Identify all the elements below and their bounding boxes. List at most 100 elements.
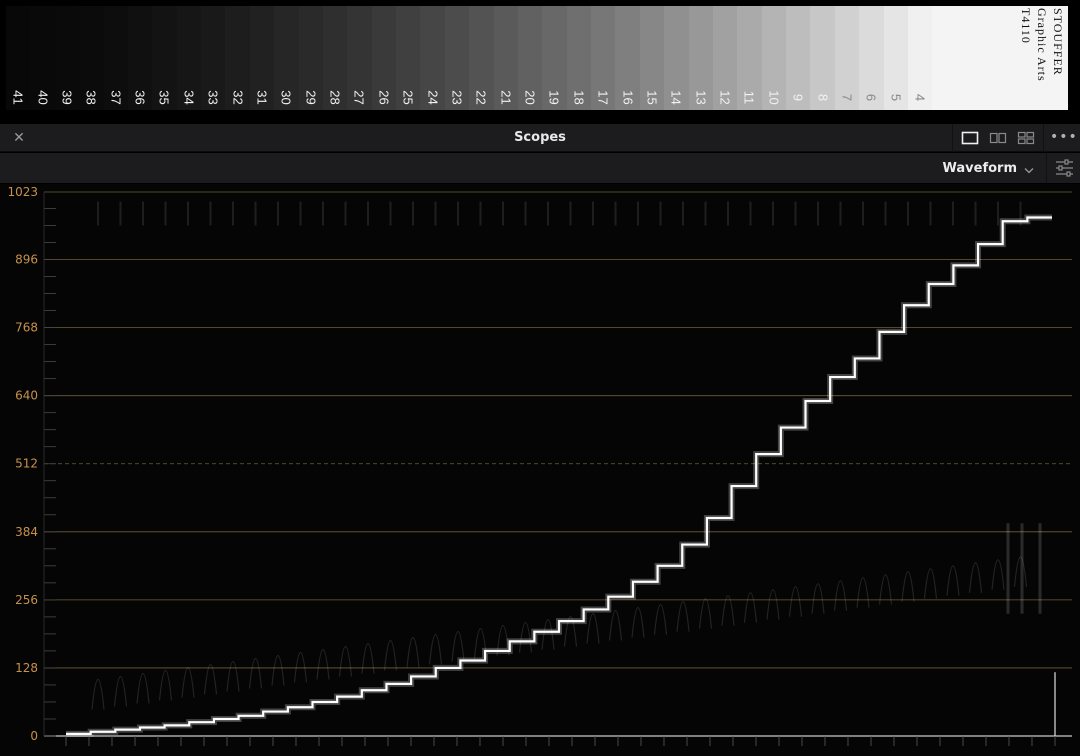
waveform-noise	[698, 598, 713, 629]
layout-dual-icon[interactable]	[989, 130, 1007, 146]
waveform-noise	[361, 642, 375, 674]
y-tick-label: 0	[30, 729, 38, 743]
wedge-step: 19	[542, 6, 567, 110]
wedge-step-number: 13	[693, 90, 709, 105]
waveform-noise	[158, 669, 173, 701]
y-tick-label: 896	[15, 253, 38, 267]
waveform-noise	[856, 577, 870, 608]
scope-type-dropdown[interactable]: Waveform	[940, 153, 1040, 183]
wedge-step-number: 12	[717, 90, 733, 105]
wedge-step: 21	[493, 6, 518, 110]
waveform-graticule: 1023 896 768 640 512 384 256 128 0	[7, 185, 1072, 746]
waveform-noise	[991, 559, 1005, 590]
wedge-step: 34	[176, 6, 201, 110]
wedge-step-number: 26	[376, 90, 392, 105]
y-tick-label: 512	[15, 457, 38, 471]
waveform-noise	[653, 604, 668, 635]
wedge-step: 30	[274, 6, 299, 110]
waveform-noise	[766, 589, 780, 620]
step-wedge-image: 41 40 39 38 37 36 35 34 33 32 31 30 29 28 27 26 25 24 23 22…	[6, 6, 1068, 110]
scope-type-label: Waveform	[942, 160, 1017, 176]
wedge-step-number: 17	[595, 90, 611, 105]
wedge-step-number: 37	[108, 90, 124, 105]
wedge-step-number: 31	[254, 90, 270, 105]
panel-title: Scopes	[514, 130, 566, 145]
wedge-step-number: 25	[400, 90, 416, 105]
wedge-step: 33	[201, 6, 226, 110]
wedge-step: 15	[639, 6, 665, 110]
wedge-step-number: 34	[181, 90, 197, 105]
wedge-step-number: 36	[132, 90, 148, 105]
y-tick-label: 768	[15, 321, 38, 335]
sliders-settings-icon[interactable]	[1046, 153, 1080, 183]
brand-model: T4110	[1019, 8, 1033, 44]
wedge-step-number: 30	[278, 90, 294, 105]
waveform-noise	[316, 648, 330, 680]
layout-quad-icon[interactable]	[1017, 130, 1035, 146]
waveform-noise	[608, 610, 623, 641]
wedge-step-number: 8	[815, 93, 831, 102]
wedge-step: 7	[834, 6, 860, 110]
wedge-step: 32	[225, 6, 250, 110]
scopes-panel-header: ✕ Scopes •••	[0, 124, 1080, 152]
wedge-step: 27	[347, 6, 372, 110]
wedge-step-number: 39	[59, 90, 75, 105]
waveform-noise	[271, 654, 285, 686]
wedge-step: 17	[591, 6, 616, 110]
waveform-noise	[586, 613, 600, 644]
waveform-noise	[181, 666, 195, 698]
wedge-step: 10	[761, 6, 786, 110]
waveform-noise	[788, 586, 803, 617]
wedge-step-number: 4	[912, 93, 928, 102]
y-tick-label: 256	[15, 593, 38, 607]
wedge-step-number: 28	[327, 90, 343, 105]
waveform-noise	[203, 663, 218, 695]
waveform-noise	[406, 636, 420, 668]
waveform-noise	[946, 565, 960, 596]
wedge-step-number: 23	[449, 90, 465, 105]
wedge-step: 20	[517, 6, 543, 110]
waveform-noise	[676, 601, 690, 632]
wedge-step-number: 11	[741, 90, 757, 105]
layout-single-icon[interactable]	[961, 130, 979, 146]
wedge-step: 40	[30, 6, 55, 110]
wedge-step-number: 16	[620, 90, 636, 105]
wedge-step: 36	[127, 6, 153, 110]
wedge-step-number: 21	[498, 90, 514, 105]
waveform-noise	[451, 630, 465, 662]
waveform-trace	[66, 216, 1052, 735]
waveform-noise	[226, 660, 240, 692]
waveform-noise	[518, 621, 533, 653]
waveform-noise	[631, 607, 645, 638]
wedge-step: 37	[103, 6, 128, 110]
close-icon[interactable]: ✕	[10, 129, 28, 147]
waveform-noise	[743, 592, 758, 623]
wedge-step-number: 6	[863, 93, 879, 102]
wedge-step-number: 19	[546, 90, 562, 105]
wedge-step: 14	[664, 6, 689, 110]
wedge-step: 22	[469, 6, 494, 110]
wedge-step: 18	[566, 6, 591, 110]
wedge-step: 16	[615, 6, 640, 110]
step-wedge-label: STOUFFER Graphic Arts T4110	[932, 6, 1068, 110]
wedge-step-number: 29	[303, 90, 319, 105]
step-wedge-steps: 41 40 39 38 37 36 35 34 33 32 31 30 29 28 27 26 25 24 23 22…	[6, 6, 933, 110]
waveform-noise	[901, 571, 915, 602]
wedge-step-number: 32	[230, 90, 246, 105]
waveform-noise	[968, 562, 983, 593]
waveform-noise	[383, 639, 398, 671]
waveform-noise	[811, 583, 825, 614]
wedge-step-number: 5	[888, 93, 904, 102]
scope-window: 41 40 39 38 37 36 35 34 33 32 31 30 29 28 27 26 25 24 23 22…	[0, 0, 1080, 756]
wedge-step: 11	[737, 6, 762, 110]
wedge-step: 13	[688, 6, 713, 110]
wedge-step: 9	[786, 6, 811, 110]
waveform-scope[interactable]: 1023 896 768 640 512 384 256 128 0	[0, 184, 1080, 756]
more-options-icon[interactable]: •••	[1050, 126, 1077, 150]
wedge-step: 5	[883, 6, 908, 110]
waveform-noise	[293, 651, 308, 683]
y-tick-label: 1023	[7, 185, 38, 199]
wedge-step: 35	[152, 6, 177, 110]
waveform-noise	[248, 657, 263, 689]
wedge-step-number: 15	[644, 90, 660, 105]
